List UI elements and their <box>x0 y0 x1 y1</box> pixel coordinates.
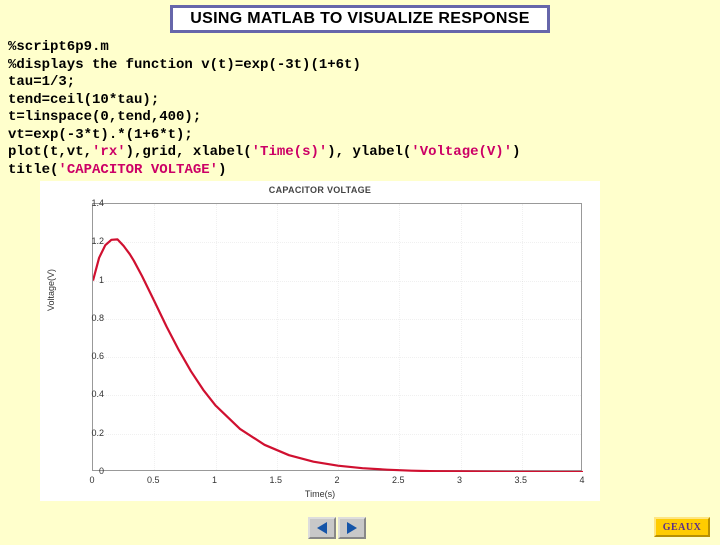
grid-line <box>154 204 155 470</box>
code-line: tend=ceil(10*tau); <box>8 92 159 108</box>
y-tick-label: 0.4 <box>64 389 104 399</box>
matlab-code: %script6p9.m %displays the function v(t)… <box>8 39 712 179</box>
next-button[interactable] <box>338 517 366 539</box>
grid-line <box>399 204 400 470</box>
grid-line <box>93 357 581 358</box>
code-string: 'rx' <box>92 144 126 160</box>
grid-line <box>93 434 581 435</box>
y-tick-label: 0 <box>64 466 104 476</box>
code-line: t=linspace(0,tend,400); <box>8 109 201 125</box>
prev-button[interactable] <box>308 517 336 539</box>
slide-title: USING MATLAB TO VISUALIZE RESPONSE <box>190 10 529 27</box>
x-tick-label: 0.5 <box>138 475 168 485</box>
triangle-left-icon <box>317 522 327 534</box>
y-tick-label: 1.2 <box>64 236 104 246</box>
geaux-button[interactable]: GEAUX <box>654 517 710 537</box>
grid-line <box>93 242 581 243</box>
code-line: ) <box>218 162 226 178</box>
y-tick-label: 0.6 <box>64 351 104 361</box>
x-tick-label: 3 <box>445 475 475 485</box>
code-line: plot(t,vt, <box>8 144 92 160</box>
chart-container: CAPACITOR VOLTAGE Voltage(V) Time(s) 0 0.… <box>40 181 600 501</box>
code-line: ), ylabel( <box>327 144 411 160</box>
code-string: 'Voltage(V)' <box>411 144 512 160</box>
y-tick-label: 0.2 <box>64 428 104 438</box>
triangle-right-icon <box>347 522 357 534</box>
y-tick-label: 1 <box>64 275 104 285</box>
x-axis-label: Time(s) <box>40 489 600 499</box>
grid-line <box>93 395 581 396</box>
plot-area <box>92 203 582 471</box>
grid-line <box>522 204 523 470</box>
code-line: %script6p9.m <box>8 39 109 55</box>
grid-line <box>93 319 581 320</box>
code-string: 'CAPACITOR VOLTAGE' <box>58 162 218 178</box>
x-tick-label: 1.5 <box>261 475 291 485</box>
x-tick-label: 2 <box>322 475 352 485</box>
x-tick-label: 2.5 <box>383 475 413 485</box>
grid-line <box>461 204 462 470</box>
y-axis-label: Voltage(V) <box>46 269 56 311</box>
x-tick-label: 4 <box>567 475 597 485</box>
x-tick-label: 0 <box>77 475 107 485</box>
x-tick-label: 3.5 <box>506 475 536 485</box>
grid-line <box>216 204 217 470</box>
chart-title: CAPACITOR VOLTAGE <box>40 181 600 195</box>
code-string: 'Time(s)' <box>252 144 328 160</box>
slide-title-box: USING MATLAB TO VISUALIZE RESPONSE <box>170 5 550 33</box>
code-line: ) <box>512 144 520 160</box>
grid-line <box>277 204 278 470</box>
y-tick-label: 1.4 <box>64 198 104 208</box>
x-tick-label: 1 <box>200 475 230 485</box>
grid-line <box>338 204 339 470</box>
code-line: vt=exp(-3*t).*(1+6*t); <box>8 127 193 143</box>
grid-line <box>93 281 581 282</box>
nav-buttons <box>308 517 366 539</box>
y-tick-label: 0.8 <box>64 313 104 323</box>
code-line: ),grid, xlabel( <box>126 144 252 160</box>
code-line: %displays the function v(t)=exp(-3t)(1+6… <box>8 57 361 73</box>
code-line: title( <box>8 162 58 178</box>
code-line: tau=1/3; <box>8 74 75 90</box>
